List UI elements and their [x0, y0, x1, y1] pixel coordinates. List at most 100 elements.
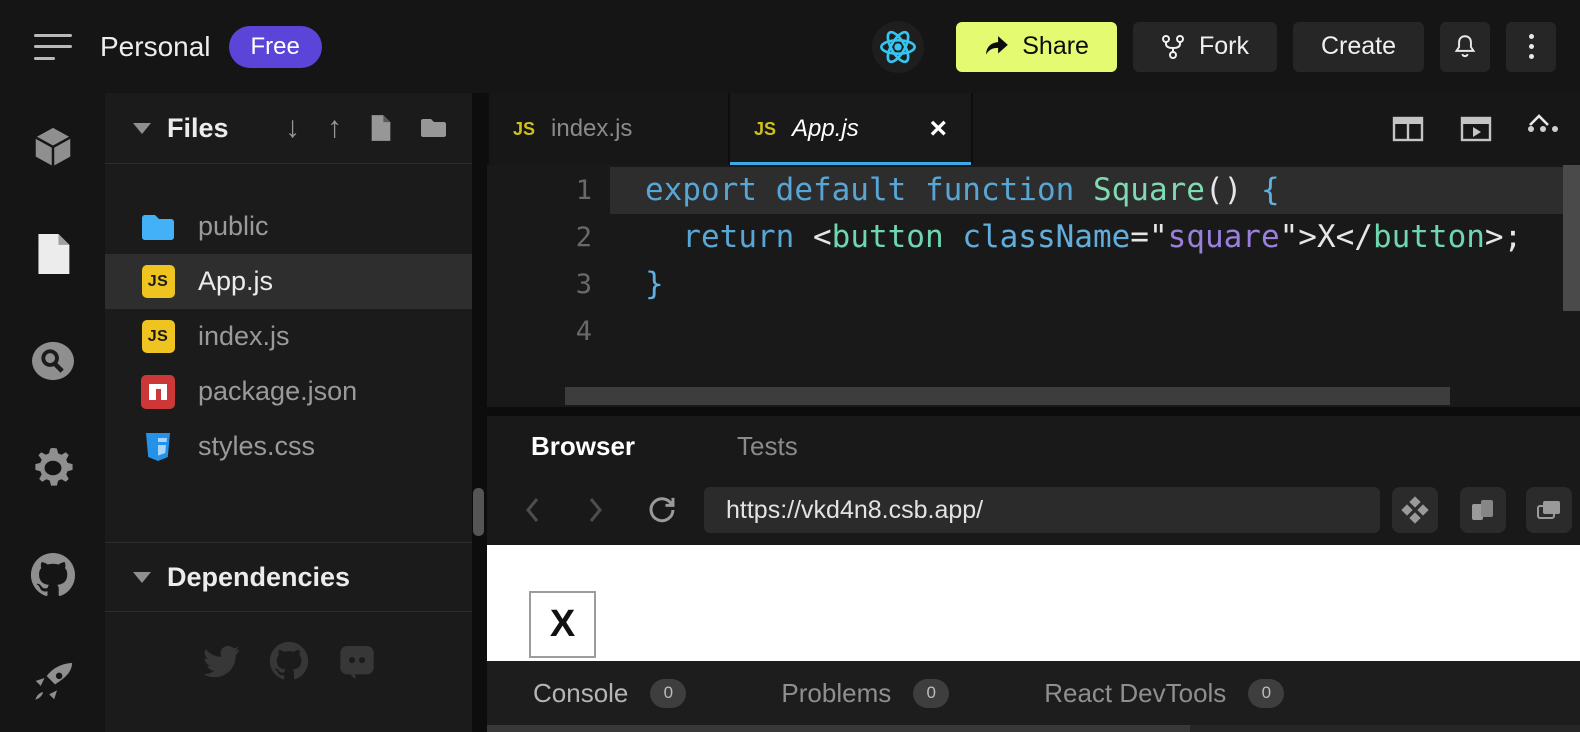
- css-icon: [140, 429, 176, 465]
- tab-label: App.js: [792, 115, 859, 143]
- social-links: [105, 641, 472, 681]
- close-icon[interactable]: ×: [929, 114, 947, 144]
- activity-bar: [0, 93, 105, 732]
- code-editor[interactable]: 1export default function Square() {2 ret…: [487, 165, 1580, 407]
- line-content: return <button className="square">X</but…: [610, 214, 1563, 261]
- js-file-icon: JS: [140, 264, 176, 300]
- folder-icon: [140, 209, 176, 245]
- js-file-icon: JS: [513, 119, 535, 140]
- new-file-icon[interactable]: [369, 114, 393, 142]
- browser-navbar: https://vkd4n8.csb.app/: [487, 476, 1580, 545]
- box-icon[interactable]: [29, 123, 77, 171]
- workspace-name[interactable]: Personal: [100, 31, 211, 63]
- js-file-icon: JS: [754, 119, 776, 140]
- tab-index.js[interactable]: JS index.js: [487, 93, 730, 165]
- count-badge: 0: [1248, 679, 1284, 708]
- preview-pane-icon[interactable]: [1460, 115, 1492, 143]
- header-actions: Share Fork Create: [872, 21, 1556, 73]
- open-new-window-icon[interactable]: [1526, 487, 1572, 533]
- console-item-label: Problems: [781, 678, 891, 709]
- share-button[interactable]: Share: [956, 22, 1117, 72]
- file-name: public: [198, 211, 269, 242]
- file-name: styles.css: [198, 431, 315, 462]
- upload-icon[interactable]: ↑: [327, 113, 342, 143]
- file-name: package.json: [198, 376, 357, 407]
- react-logo-icon: [872, 21, 924, 73]
- github-icon[interactable]: [269, 641, 309, 681]
- split-view-icon[interactable]: [1392, 115, 1424, 143]
- rocket-icon[interactable]: [29, 658, 77, 706]
- tab-label: index.js: [551, 115, 632, 143]
- more-options-button[interactable]: [1506, 22, 1556, 72]
- file-item-index.js[interactable]: JS index.js: [105, 309, 472, 364]
- twitter-icon[interactable]: [201, 641, 241, 681]
- vertical-scrollbar[interactable]: [1563, 165, 1580, 311]
- file-item-public[interactable]: public: [105, 199, 472, 254]
- tab-App.js[interactable]: JS App.js ×: [730, 93, 973, 165]
- bottom-scrollbar[interactable]: [487, 725, 1580, 732]
- url-input[interactable]: https://vkd4n8.csb.app/: [704, 487, 1380, 533]
- refresh-icon[interactable]: [647, 495, 677, 525]
- kebab-icon: [1529, 34, 1534, 59]
- github-icon[interactable]: [29, 551, 77, 599]
- files-title: Files: [167, 113, 229, 144]
- code-line: 4: [487, 308, 1580, 355]
- count-badge: 0: [650, 679, 686, 708]
- gear-icon[interactable]: [29, 444, 77, 492]
- horizontal-scrollbar[interactable]: [565, 387, 1450, 405]
- menu-icon[interactable]: [34, 34, 72, 60]
- fork-button[interactable]: Fork: [1133, 22, 1277, 72]
- browser-tab-tests[interactable]: Tests: [737, 431, 798, 462]
- create-button[interactable]: Create: [1293, 22, 1424, 72]
- discord-icon[interactable]: [337, 641, 377, 681]
- file-name: index.js: [198, 321, 290, 352]
- file-item-package.json[interactable]: package.json: [105, 364, 472, 419]
- browser-tab-browser[interactable]: Browser: [531, 431, 635, 462]
- editor-preview-divider[interactable]: [487, 407, 1580, 416]
- line-number: 3: [487, 261, 610, 308]
- download-icon[interactable]: ↓: [285, 113, 300, 143]
- plan-badge: Free: [229, 26, 322, 68]
- file-item-App.js[interactable]: JS App.js: [105, 254, 472, 309]
- dependencies-header[interactable]: Dependencies: [105, 542, 472, 612]
- search-icon[interactable]: [29, 337, 77, 385]
- console-item-label: Console: [533, 678, 628, 709]
- console-bar: Console 0 Problems0 React DevTools 0: [487, 661, 1580, 725]
- file-item-styles.css[interactable]: styles.css: [105, 419, 472, 474]
- browser-tabs: Browser Tests: [487, 416, 1580, 476]
- line-content: }: [610, 261, 1563, 308]
- line-number: 2: [487, 214, 610, 261]
- js-file-icon: JS: [142, 265, 175, 298]
- forward-icon[interactable]: [587, 496, 605, 524]
- preview-settings-icon[interactable]: [1392, 487, 1438, 533]
- code-line: 3}: [487, 261, 1580, 308]
- line-content: export default function Square() {: [610, 167, 1563, 214]
- editor-column: JS index.js JS App.js × 1export default func…: [487, 93, 1580, 732]
- new-folder-icon[interactable]: [420, 116, 448, 140]
- editor-tabbar: JS index.js JS App.js ×: [487, 93, 1580, 165]
- notifications-button[interactable]: [1440, 22, 1490, 72]
- console-item-react-devtools[interactable]: React DevTools 0: [1044, 678, 1284, 709]
- chevron-up-icon[interactable]: [1528, 113, 1550, 127]
- responsive-mode-icon[interactable]: [1460, 487, 1506, 533]
- share-icon: [984, 35, 1010, 59]
- npm-icon: [140, 374, 176, 410]
- dependencies-title: Dependencies: [167, 562, 350, 593]
- line-content: [610, 308, 1563, 355]
- browser-preview: X: [487, 545, 1580, 661]
- top-header: Personal Free Share: [0, 0, 1580, 93]
- console-item-label: React DevTools: [1044, 678, 1226, 709]
- files-panel: Files ↓ ↑ public JS App.js JS index.js packag…: [105, 93, 472, 732]
- files-scrollbar[interactable]: [473, 488, 484, 536]
- js-file-icon: JS: [140, 319, 176, 355]
- file-name: App.js: [198, 266, 273, 297]
- chevron-down-icon[interactable]: [133, 123, 151, 134]
- file-icon[interactable]: [29, 230, 77, 278]
- square-button[interactable]: X: [529, 591, 596, 658]
- back-icon[interactable]: [523, 496, 541, 524]
- js-file-icon: JS: [142, 320, 175, 353]
- console-item-problems[interactable]: Problems0: [781, 678, 949, 709]
- fork-icon: [1161, 34, 1185, 60]
- console-item-console[interactable]: Console 0: [533, 678, 686, 709]
- bell-icon: [1452, 33, 1478, 61]
